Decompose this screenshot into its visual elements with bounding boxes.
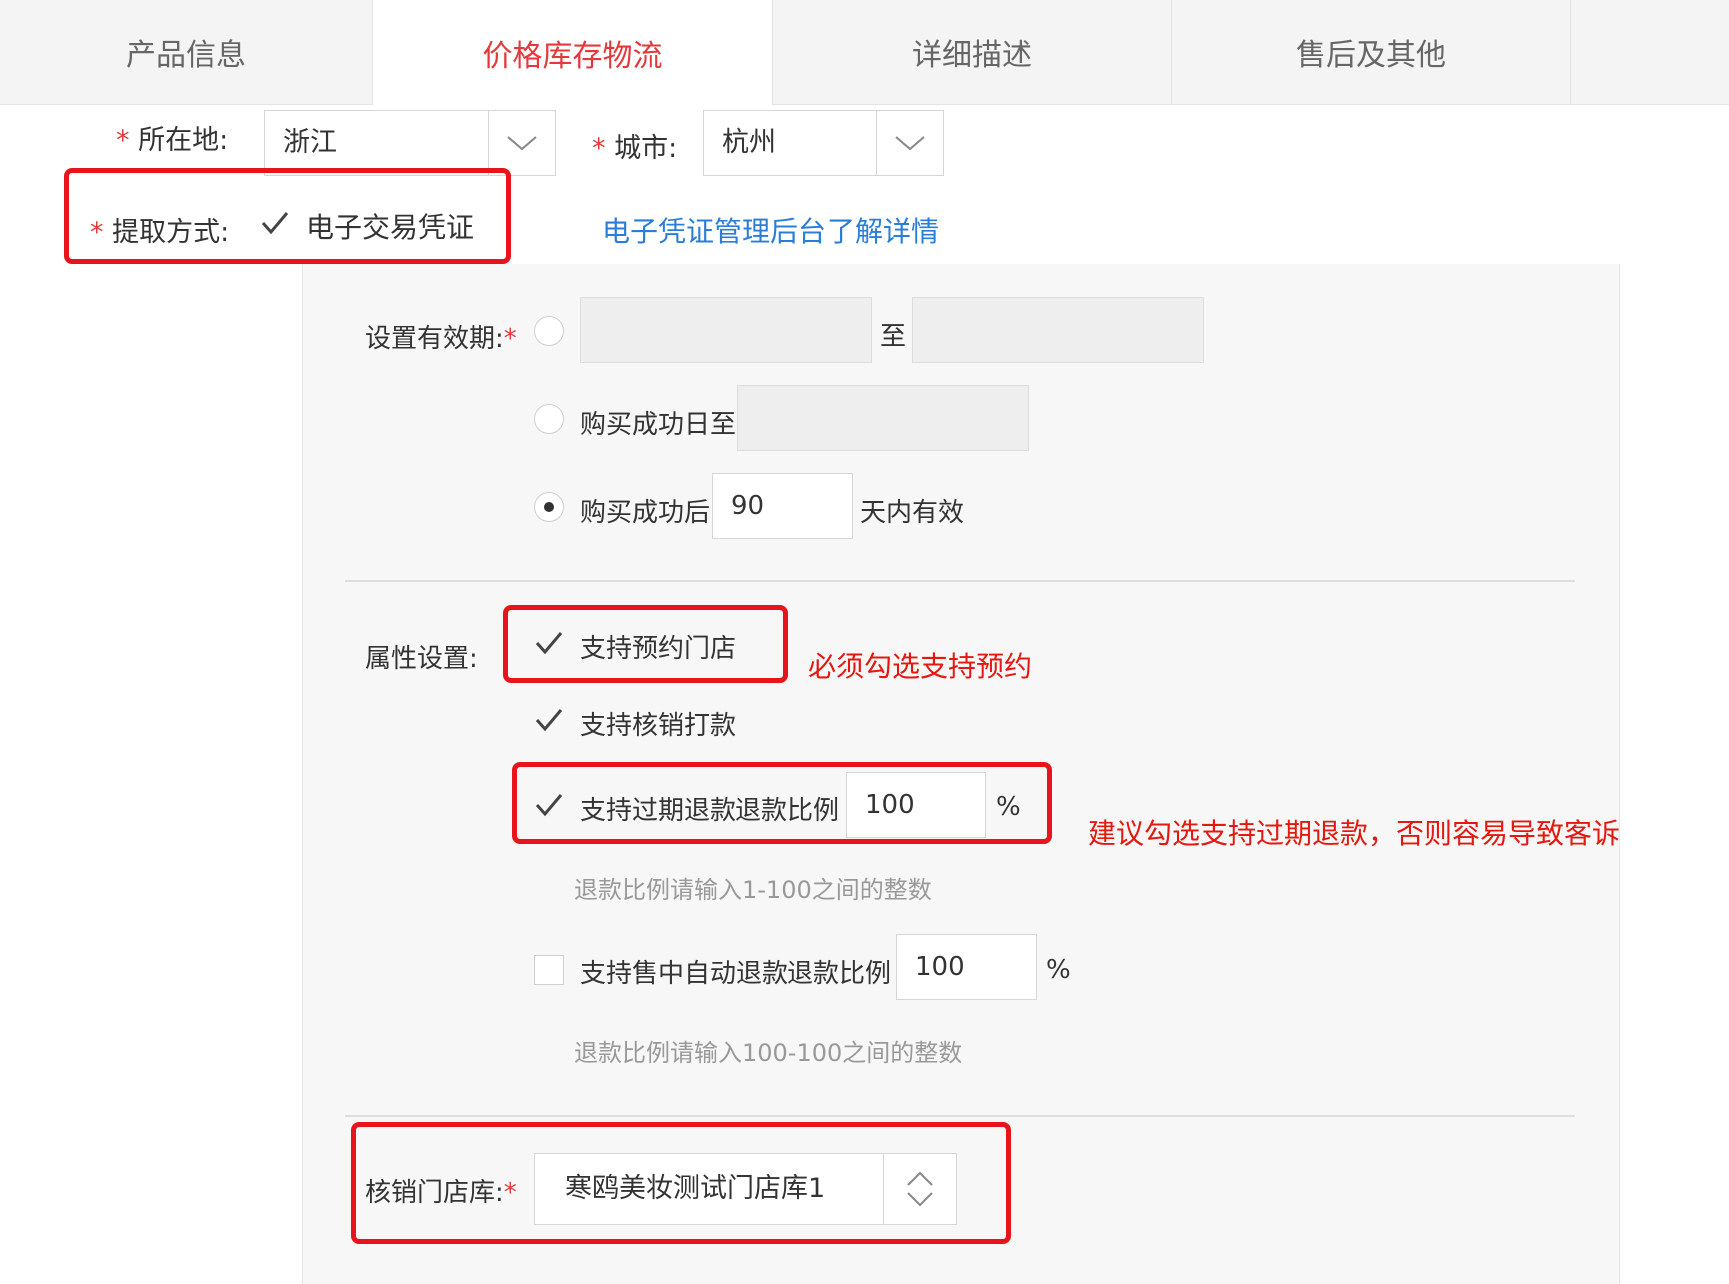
validity-until-label: 购买成功日至 — [580, 410, 737, 440]
city-label: * 城市: — [592, 133, 678, 164]
divider — [345, 580, 1575, 582]
validity-after-suffix: 天内有效 — [860, 498, 965, 528]
divider — [345, 1115, 1575, 1117]
expired-refund-hint: 退款比例请输入1-100之间的整数 — [574, 876, 932, 904]
learn-more-link[interactable]: 了解详情 — [827, 210, 939, 250]
required-mark: * — [592, 133, 606, 164]
validity-days-input[interactable]: 90 — [712, 473, 853, 539]
highlight-box-store-library — [351, 1122, 1011, 1244]
location-label: * 所在地: — [116, 125, 229, 156]
highlight-box-reserve — [503, 605, 788, 683]
tab-after-sales-other[interactable]: 售后及其他 — [1172, 0, 1571, 104]
tab-price-stock-logistics[interactable]: 价格库存物流 — [373, 0, 773, 105]
highlight-box-refund — [512, 762, 1052, 844]
validity-days-value: 90 — [731, 491, 765, 521]
tab-bar: 产品信息 价格库存物流 详细描述 售后及其他 — [0, 0, 1729, 105]
validity-after-label: 购买成功后 — [580, 498, 711, 528]
auto-refund-ratio-label: 退款比例 — [787, 959, 892, 989]
auto-refund-checkbox[interactable] — [534, 955, 564, 985]
auto-refund-ratio-value: 100 — [915, 952, 965, 982]
verify-payment-checkbox[interactable] — [534, 705, 564, 735]
validity-label: 设置有效期:* — [365, 324, 517, 354]
highlight-box-pickup — [64, 168, 511, 264]
validity-after-radio[interactable] — [534, 492, 564, 522]
auto-refund-label: 支持售中自动退款 — [580, 959, 789, 989]
tab-product-info[interactable]: 产品信息 — [0, 0, 373, 104]
verify-payment-label: 支持核销打款 — [580, 711, 737, 741]
auto-refund-ratio-input[interactable]: 100 — [896, 934, 1037, 1000]
required-mark: * — [116, 125, 130, 156]
range-separator: 至 — [880, 322, 907, 352]
validity-until-date-input[interactable] — [737, 385, 1029, 451]
city-select[interactable]: 杭州 — [703, 110, 944, 176]
admin-link[interactable]: 电子凭证管理后台 — [602, 210, 826, 250]
validity-range-radio[interactable] — [534, 316, 564, 346]
auto-refund-hint: 退款比例请输入100-100之间的整数 — [574, 1039, 963, 1067]
validity-until-radio[interactable] — [534, 404, 564, 434]
annotation-refund: 建议勾选支持过期退款，否则容易导致客诉 — [1088, 817, 1621, 850]
tab-detailed-description[interactable]: 详细描述 — [773, 0, 1172, 104]
chevron-down-icon — [488, 111, 555, 175]
validity-end-input[interactable] — [912, 297, 1204, 363]
percent-unit: % — [1046, 955, 1071, 985]
annotation-reserve: 必须勾选支持预约 — [808, 650, 1033, 683]
chevron-down-icon — [876, 111, 943, 175]
province-select[interactable]: 浙江 — [264, 110, 556, 176]
city-value: 杭州 — [722, 127, 776, 158]
checkmark-icon — [535, 709, 563, 732]
province-value: 浙江 — [283, 127, 337, 158]
validity-start-input[interactable] — [580, 297, 872, 363]
attributes-label: 属性设置: — [365, 644, 478, 674]
